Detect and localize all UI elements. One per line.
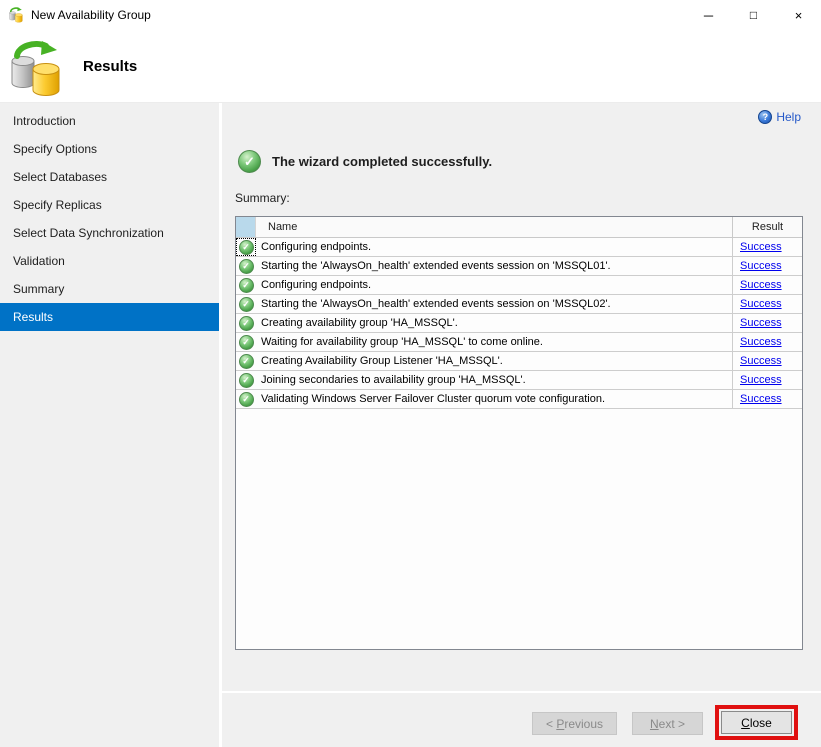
- step-name: Configuring endpoints.: [256, 238, 732, 256]
- step-name: Starting the 'AlwaysOn_health' extended …: [256, 295, 732, 313]
- availability-group-icon: [9, 40, 63, 98]
- button-bar: < Previous Next > Close: [222, 691, 821, 747]
- minimize-icon[interactable]: ─: [686, 0, 731, 30]
- close-highlight-annotation: Close: [715, 705, 798, 740]
- row-success-icon: ✓: [239, 354, 254, 369]
- sidebar-item-summary[interactable]: Summary: [0, 275, 219, 303]
- step-name: Waiting for availability group 'HA_MSSQL…: [256, 333, 732, 351]
- icon-column-header: [236, 217, 256, 237]
- sidebar-item-select-databases[interactable]: Select Databases: [0, 163, 219, 191]
- success-link[interactable]: Success: [740, 241, 782, 253]
- table-row[interactable]: ✓ Joining secondaries to availability gr…: [236, 371, 802, 390]
- table-header: Name Result: [236, 217, 802, 238]
- help-label: Help: [776, 110, 801, 124]
- sidebar-item-specify-options[interactable]: Specify Options: [0, 135, 219, 163]
- step-name: Starting the 'AlwaysOn_health' extended …: [256, 257, 732, 275]
- close-window-icon[interactable]: ×: [776, 0, 821, 30]
- row-success-icon: ✓: [239, 373, 254, 388]
- step-name: Validating Windows Server Failover Clust…: [256, 390, 732, 408]
- step-name: Creating availability group 'HA_MSSQL'.: [256, 314, 732, 332]
- results-page: ? Help ✓ The wizard completed successful…: [222, 103, 821, 691]
- sidebar-item-validation[interactable]: Validation: [0, 247, 219, 275]
- success-link[interactable]: Success: [740, 374, 782, 386]
- row-success-icon: ✓: [239, 392, 254, 407]
- row-success-icon: ✓: [239, 240, 254, 255]
- wizard-steps-sidebar: Introduction Specify Options Select Data…: [0, 103, 222, 747]
- sidebar-item-specify-replicas[interactable]: Specify Replicas: [0, 191, 219, 219]
- success-link[interactable]: Success: [740, 298, 782, 310]
- sidebar-item-select-data-synchronization[interactable]: Select Data Synchronization: [0, 219, 219, 247]
- success-link[interactable]: Success: [740, 279, 782, 291]
- maximize-icon[interactable]: □: [731, 0, 776, 30]
- wizard-window: New Availability Group ─ □ × Resul: [0, 0, 821, 747]
- availability-group-app-icon: [8, 7, 24, 23]
- table-row[interactable]: ✓ Configuring endpoints. Success: [236, 238, 802, 257]
- success-icon: ✓: [238, 150, 261, 173]
- window-controls: ─ □ ×: [686, 0, 821, 30]
- close-button[interactable]: Close: [721, 711, 792, 734]
- row-success-icon: ✓: [239, 259, 254, 274]
- row-success-icon: ✓: [239, 297, 254, 312]
- title-bar: New Availability Group ─ □ ×: [0, 0, 821, 30]
- success-link[interactable]: Success: [740, 355, 782, 367]
- success-link[interactable]: Success: [740, 317, 782, 329]
- help-icon: ?: [758, 110, 772, 124]
- table-row[interactable]: ✓ Starting the 'AlwaysOn_health' extende…: [236, 257, 802, 276]
- step-name: Joining secondaries to availability grou…: [256, 371, 732, 389]
- wizard-header: Results: [0, 30, 821, 103]
- table-row[interactable]: ✓ Starting the 'AlwaysOn_health' extende…: [236, 295, 802, 314]
- summary-label: Summary:: [235, 191, 290, 205]
- table-row[interactable]: ✓ Configuring endpoints. Success: [236, 276, 802, 295]
- window-title: New Availability Group: [31, 8, 151, 22]
- success-link[interactable]: Success: [740, 336, 782, 348]
- step-name: Configuring endpoints.: [256, 276, 732, 294]
- page-title: Results: [83, 58, 137, 75]
- row-success-icon: ✓: [239, 278, 254, 293]
- row-success-icon: ✓: [239, 316, 254, 331]
- sidebar-item-introduction[interactable]: Introduction: [0, 107, 219, 135]
- success-link[interactable]: Success: [740, 260, 782, 272]
- completion-banner: ✓ The wizard completed successfully.: [238, 150, 492, 173]
- success-link[interactable]: Success: [740, 393, 782, 405]
- table-row[interactable]: ✓ Creating availability group 'HA_MSSQL'…: [236, 314, 802, 333]
- table-row[interactable]: ✓ Waiting for availability group 'HA_MSS…: [236, 333, 802, 352]
- row-success-icon: ✓: [239, 335, 254, 350]
- next-button[interactable]: Next >: [632, 712, 703, 735]
- step-name: Creating Availability Group Listener 'HA…: [256, 352, 732, 370]
- table-row[interactable]: ✓ Validating Windows Server Failover Clu…: [236, 390, 802, 409]
- sidebar-item-results[interactable]: Results: [0, 303, 219, 331]
- table-row[interactable]: ✓ Creating Availability Group Listener '…: [236, 352, 802, 371]
- completion-message: The wizard completed successfully.: [272, 154, 492, 169]
- summary-table: Name Result ✓ Configuring endpoints. Suc…: [235, 216, 803, 650]
- previous-button[interactable]: < Previous: [532, 712, 617, 735]
- name-column-header[interactable]: Name: [256, 217, 732, 237]
- help-link[interactable]: ? Help: [758, 110, 801, 124]
- result-column-header[interactable]: Result: [732, 217, 802, 237]
